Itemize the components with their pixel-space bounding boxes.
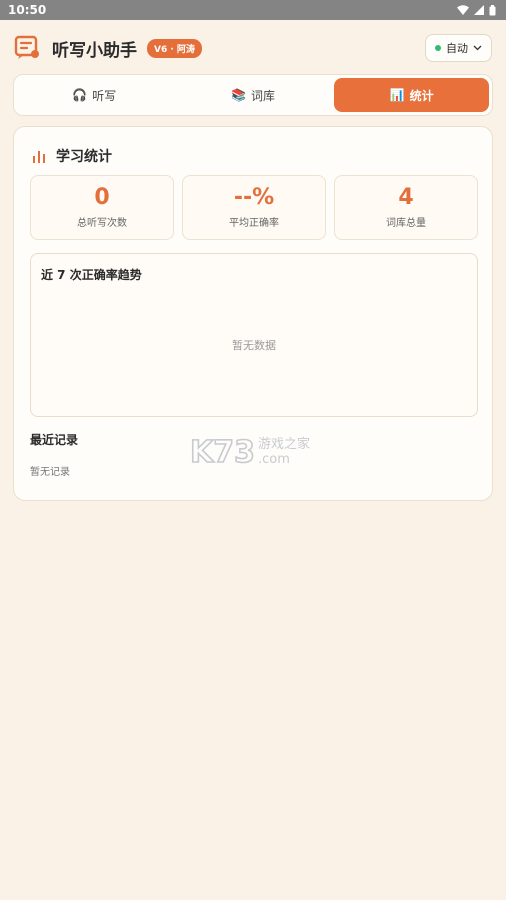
recent-records-title: 最近记录: [30, 433, 79, 447]
signal-icon: [474, 5, 484, 15]
chevron-down-icon: [473, 45, 482, 51]
tab-dictation[interactable]: 🎧 听写: [17, 78, 172, 112]
mode-label: 自动: [446, 42, 468, 55]
main-tabs: 🎧 听写 📚 词库 📊 统计: [13, 74, 493, 116]
watermark-logo: K73 游戏之家 .com: [190, 434, 310, 468]
stat-average-accuracy: --% 平均正确率: [182, 175, 326, 240]
status-bar: 10:50: [0, 0, 506, 20]
stat-value: --%: [233, 185, 275, 210]
wifi-icon: [457, 5, 469, 15]
stats-bar-icon: [33, 151, 45, 163]
mode-dropdown[interactable]: 自动: [425, 34, 492, 62]
watermark-domain: .com: [258, 452, 290, 467]
stat-total-dictations: 0 总听写次数: [30, 175, 174, 240]
status-dot-icon: [435, 45, 441, 51]
version-badge: V6 · 阿涛: [147, 38, 202, 58]
stat-label: 平均正确率: [229, 218, 279, 229]
tab-statistics[interactable]: 📊 统计: [334, 78, 490, 112]
tab-dictation-label: 听写: [92, 88, 117, 103]
trend-title: 近 7 次正确率趋势: [41, 268, 142, 282]
stat-label: 词库总量: [386, 218, 426, 229]
tab-wordbank[interactable]: 📚 词库: [176, 78, 331, 112]
tab-wordbank-label: 词库: [250, 88, 275, 103]
app-logo-icon: [14, 35, 39, 59]
trend-empty-text: 暂无数据: [232, 339, 276, 352]
accuracy-trend-panel: 近 7 次正确率趋势 暂无数据: [30, 253, 478, 417]
status-time: 10:50: [8, 3, 47, 17]
watermark-sub: 游戏之家: [258, 436, 310, 452]
bar-chart-icon: 📊: [389, 88, 405, 102]
app-header: 听写小助手 V6 · 阿涛 自动: [0, 20, 506, 76]
stat-label: 总听写次数: [77, 218, 127, 229]
recent-records-empty-text: 暂无记录: [30, 467, 70, 478]
tab-statistics-label: 统计: [409, 88, 434, 103]
battery-icon: [489, 4, 496, 15]
watermark-brand: K73: [190, 435, 255, 468]
stat-wordbank-total: 4 词库总量: [334, 175, 478, 240]
stat-value: 0: [94, 185, 110, 210]
app-title: 听写小助手: [52, 40, 137, 61]
headphones-icon: 🎧: [72, 88, 88, 102]
stat-value: 4: [398, 185, 414, 210]
card-title-text: 学习统计: [56, 149, 112, 165]
card-title: 学习统计: [32, 146, 112, 166]
status-icons: [457, 4, 496, 16]
books-icon: 📚: [231, 88, 246, 102]
